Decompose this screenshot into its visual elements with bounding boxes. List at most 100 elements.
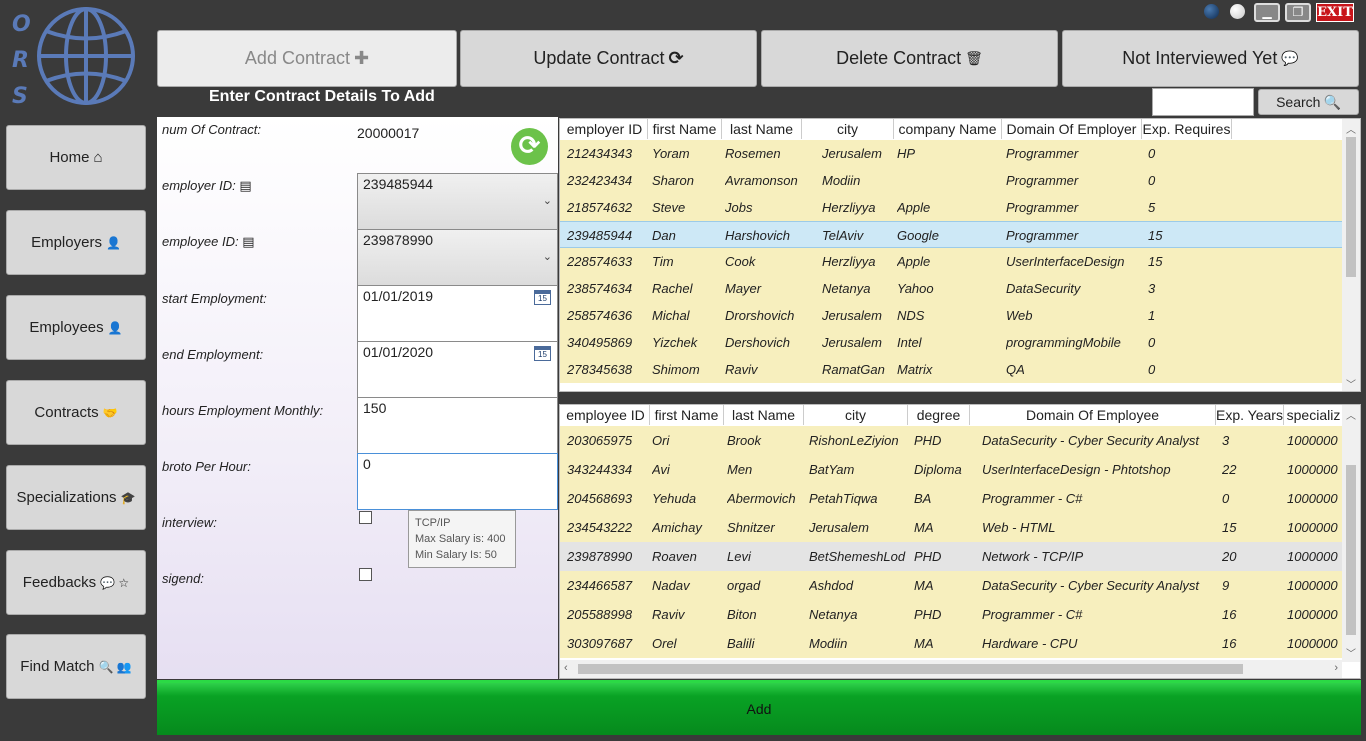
table-cell: PHD: [914, 433, 942, 448]
scroll-up-icon[interactable]: ︿: [1346, 121, 1356, 136]
table-cell: Network - TCP/IP: [982, 549, 1084, 564]
table-row[interactable]: 239878990 Roaven Levi BetShemeshLod PHD Netwo…: [560, 542, 1342, 571]
table-row[interactable]: 278345638 Shimom Raviv RamatGan Matrix QA 0: [560, 356, 1342, 383]
tab-add-contract[interactable]: Add Contract ✚: [157, 30, 457, 87]
scrollbar-thumb[interactable]: [578, 664, 1243, 674]
table-row[interactable]: 239485944 Dan Harshovich TelAviv Google Progr…: [560, 221, 1342, 248]
vertical-scrollbar[interactable]: ︿ ﹀: [1342, 119, 1360, 391]
refresh-number-icon[interactable]: ⟳: [511, 128, 548, 165]
column-header[interactable]: employee ID: [562, 405, 650, 425]
table-cell: 5: [1148, 200, 1156, 215]
signed-checkbox[interactable]: [359, 568, 372, 581]
table-row[interactable]: 212434343 Yoram Rosemen Jerusalem HP Programm…: [560, 140, 1342, 167]
user-icon: 👤: [107, 320, 123, 335]
column-header[interactable]: Domain Of Employee: [970, 405, 1216, 425]
employees-table[interactable]: employee ID first Name last Name city degree…: [559, 404, 1361, 679]
table-cell: Raviv: [652, 607, 685, 622]
tab-update-contract[interactable]: Update Contract ⟳: [460, 30, 757, 87]
scroll-left-icon[interactable]: ‹: [564, 662, 568, 674]
broto-per-hour-input[interactable]: 0: [357, 453, 558, 510]
scroll-up-icon[interactable]: ︿: [1346, 407, 1356, 422]
employer-id-select[interactable]: 239485944 ⌄: [357, 173, 558, 230]
sidebar-item-employers[interactable]: Employers 👤: [6, 210, 146, 275]
hours-monthly-input[interactable]: 150: [357, 397, 558, 454]
table-cell: Rachel: [652, 281, 693, 296]
table-cell: programmingMobile: [1006, 335, 1121, 350]
sidebar-item-employees[interactable]: Employees 👤: [6, 295, 146, 360]
signed-label: sigend:: [162, 571, 204, 586]
table-row[interactable]: 340495869 Yizchek Dershovich Jerusalem Intel…: [560, 329, 1342, 356]
interview-checkbox[interactable]: [359, 511, 372, 524]
form-heading: Enter Contract Details To Add: [209, 88, 435, 105]
column-header[interactable]: employer ID: [562, 119, 648, 139]
table-cell: 0: [1148, 146, 1156, 161]
scroll-right-icon[interactable]: ›: [1334, 662, 1338, 674]
exit-button[interactable]: EXIT: [1316, 3, 1354, 22]
table-row[interactable]: 232423434 Sharon Avramonson Modiin Programme…: [560, 167, 1342, 194]
end-employment-date-picker[interactable]: 01/01/2020 15: [357, 341, 558, 398]
table-row[interactable]: 238574634 Rachel Mayer Netanya Yahoo DataSecu…: [560, 275, 1342, 302]
column-header[interactable]: company Name: [894, 119, 1002, 139]
table-row[interactable]: 203065975 Ori Brook RishonLeZiyion PHD DataSe…: [560, 426, 1342, 455]
sidebar-item-label: Find Match: [20, 658, 95, 675]
table-cell: Programmer - C#: [982, 491, 1083, 506]
table-row[interactable]: 204568693 Yehuda Abermovich PetahTiqwa BA Pro…: [560, 484, 1342, 513]
table-cell: 1000000: [1287, 491, 1338, 506]
column-header[interactable]: first Name: [648, 119, 722, 139]
scroll-down-icon[interactable]: ﹀: [1346, 376, 1356, 391]
sidebar-item-feedbacks[interactable]: Feedbacks 💬 ☆: [6, 550, 146, 615]
table-row[interactable]: 218574632 Steve Jobs Herzliyya Apple Programm…: [560, 194, 1342, 221]
column-header[interactable]: Domain Of Employer: [1002, 119, 1142, 139]
salary-tooltip: TCP/IP Max Salary is: 400 Min Salary Is:…: [408, 510, 516, 568]
table-row[interactable]: 303097687 Orel Balili Modiin MA Hardware - CP…: [560, 629, 1342, 658]
broto-per-hour-label: broto Per Hour:: [162, 459, 251, 474]
minimize-button[interactable]: ▁: [1254, 3, 1280, 22]
chevron-down-icon: ⌄: [542, 251, 552, 263]
table-cell: Amichay: [652, 520, 702, 535]
table-cell: 205588998: [567, 607, 633, 622]
table-cell: 0: [1222, 491, 1230, 506]
column-header[interactable]: last Name: [724, 405, 804, 425]
search-button[interactable]: Search 🔍: [1258, 89, 1359, 115]
table-row[interactable]: 343244334 Avi Men BatYam Diploma UserInterfac…: [560, 455, 1342, 484]
column-header[interactable]: first Name: [650, 405, 724, 425]
sidebar-item-specializations[interactable]: Specializations 🎓: [6, 465, 146, 530]
column-header[interactable]: city: [802, 119, 894, 139]
handshake-icon: 🤝: [102, 405, 118, 420]
employers-table[interactable]: employer ID first Name last Name city compan…: [559, 118, 1361, 392]
table-cell: 3: [1222, 433, 1230, 448]
column-header[interactable]: specializ: [1284, 405, 1344, 425]
sidebar-item-find-match[interactable]: Find Match 🔍 👥: [6, 634, 146, 699]
scrollbar-thumb[interactable]: [1346, 465, 1356, 635]
tab-delete-contract[interactable]: Delete Contract 🗑: [761, 30, 1058, 87]
employee-id-select[interactable]: 239878990 ⌄: [357, 229, 558, 286]
start-employment-date-picker[interactable]: 01/01/2019 15: [357, 285, 558, 342]
column-header[interactable]: Exp. Requires: [1142, 119, 1232, 139]
table-cell: Jobs: [725, 200, 753, 215]
table-row[interactable]: 228574633 Tim Cook Herzliyya Apple UserInterf…: [560, 248, 1342, 275]
column-header[interactable]: Exp. Years: [1216, 405, 1284, 425]
tab-label: Not Interviewed Yet: [1122, 48, 1278, 68]
table-row[interactable]: 234466587 Nadav orgad Ashdod MA DataSecurity …: [560, 571, 1342, 600]
table-row[interactable]: 205588998 Raviv Biton Netanya PHD Programmer …: [560, 600, 1342, 629]
vertical-scrollbar[interactable]: ︿ ﹀: [1342, 405, 1360, 662]
table-row[interactable]: 258574636 Michal Drorshovich Jerusalem NDS We…: [560, 302, 1342, 329]
table-cell: Biton: [727, 607, 757, 622]
add-button[interactable]: Add: [157, 680, 1361, 735]
table-row[interactable]: 234543222 Amichay Shnitzer Jerusalem MA Web -…: [560, 513, 1342, 542]
restore-button[interactable]: ❐: [1285, 3, 1311, 22]
horizontal-scrollbar[interactable]: ‹ ›: [560, 660, 1342, 678]
column-header[interactable]: degree: [908, 405, 970, 425]
sidebar-item-contracts[interactable]: Contracts 🤝: [6, 380, 146, 445]
blue-dot-icon[interactable]: [1204, 4, 1219, 19]
calendar-icon[interactable]: 15: [534, 290, 551, 305]
column-header[interactable]: last Name: [722, 119, 802, 139]
scroll-down-icon[interactable]: ﹀: [1346, 645, 1356, 660]
calendar-icon[interactable]: 15: [534, 346, 551, 361]
tab-not-interviewed-yet[interactable]: Not Interviewed Yet 💬: [1062, 30, 1359, 87]
search-input[interactable]: [1152, 88, 1254, 116]
sidebar-item-home[interactable]: Home ⌂: [6, 125, 146, 190]
white-dot-icon[interactable]: [1230, 4, 1245, 19]
column-header[interactable]: city: [804, 405, 908, 425]
scrollbar-thumb[interactable]: [1346, 137, 1356, 277]
